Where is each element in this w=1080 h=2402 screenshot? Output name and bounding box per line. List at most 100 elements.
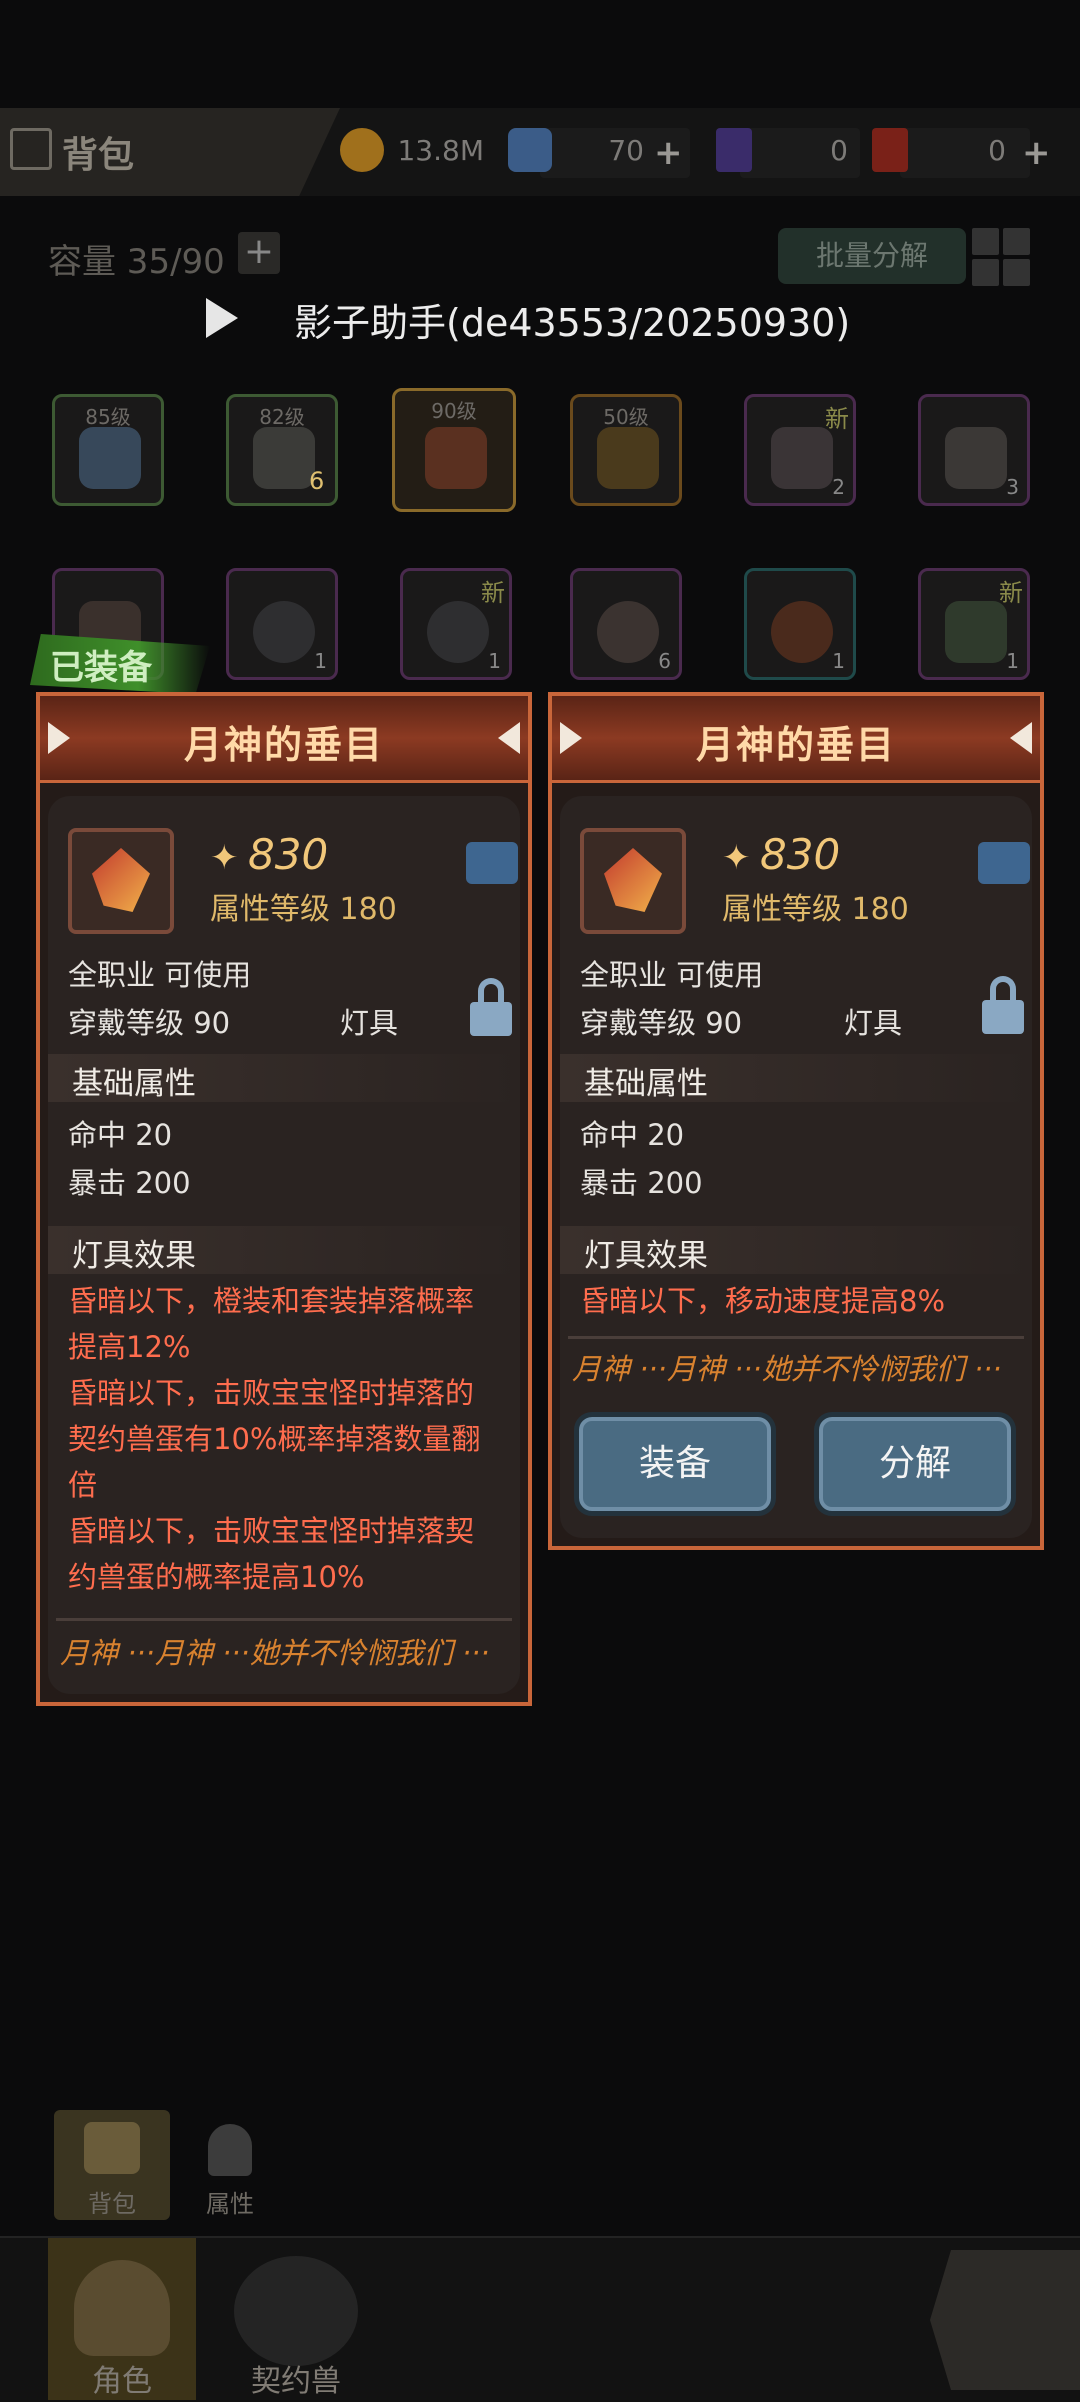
flavor-text: 月神 ···月神 ···她并不怜悯我们 ···	[572, 1352, 1002, 1386]
inventory-slot[interactable]: 50级	[570, 394, 682, 506]
tab-pet-label: 契约兽	[251, 2364, 341, 2399]
inventory-slot[interactable]: 6	[570, 568, 682, 680]
tab-attributes[interactable]: 属性	[172, 2110, 288, 2220]
grid-view-button[interactable]	[972, 228, 1030, 286]
slot-level: 90级	[431, 399, 477, 423]
job-restriction: 全职业 可使用	[580, 958, 764, 992]
helmet-icon	[74, 2260, 170, 2356]
new-badge: 新	[825, 405, 849, 433]
ring-icon	[253, 601, 315, 663]
item-name: 月神的垂目	[183, 723, 384, 767]
tab-pet[interactable]: 契约兽	[222, 2238, 370, 2400]
flavor-text: 月神 ···月神 ···她并不怜悯我们 ···	[60, 1636, 490, 1670]
tab-character[interactable]: 角色	[48, 2238, 196, 2400]
item-art-icon	[771, 427, 833, 489]
effect-line: 约兽蛋的概率提高10%	[68, 1560, 365, 1594]
effect-line: 倍	[68, 1468, 98, 1502]
lock-icon[interactable]	[470, 978, 512, 1036]
equipped-item-panel: 月神的垂目 ✦ 830 属性等级 180 全职业 可使用 穿戴等级 90 灯具 …	[36, 692, 532, 1706]
effect-title: 灯具效果	[72, 1238, 196, 1274]
item-icon	[580, 828, 686, 934]
effect-title: 灯具效果	[584, 1238, 708, 1274]
effect-list: 昏暗以下，橙装和套装掉落概率 提高12% 昏暗以下，击败宝宝怪时掉落的 契约兽蛋…	[68, 1278, 518, 1600]
inventory-slot[interactable]: 1	[226, 568, 338, 680]
slot-count: 6	[309, 467, 325, 495]
attribute-level: 属性等级 180	[722, 892, 909, 927]
inventory-slot[interactable]: 82级 6	[226, 394, 338, 506]
inventory-slot[interactable]: 新 1	[400, 568, 512, 680]
purple-ticket-icon	[716, 128, 752, 172]
tab-attributes-label: 属性	[206, 2190, 254, 2218]
effect-line: 提高12%	[68, 1330, 191, 1364]
attribute-level: 属性等级 180	[210, 892, 397, 927]
inventory-slot[interactable]: 85级	[52, 394, 164, 506]
share-icon[interactable]	[466, 842, 518, 884]
capacity-plus-button[interactable]: +	[238, 232, 280, 274]
red-ticket-plus-button[interactable]: +	[1022, 136, 1051, 170]
item-icon	[68, 828, 174, 934]
share-icon[interactable]	[978, 842, 1030, 884]
item-art-icon	[253, 427, 315, 489]
watermark-text: 影子助手(de43553/20250930)	[294, 301, 851, 345]
inventory-slot[interactable]: 新 2	[744, 394, 856, 506]
power-score: 830	[760, 830, 841, 879]
gold-coin-icon	[340, 128, 384, 172]
slot-level: 82级	[259, 405, 305, 429]
effect-line: 昏暗以下，橙装和套装掉落概率	[68, 1284, 475, 1318]
page-title: 背包	[62, 135, 135, 176]
crystal-plus-button[interactable]: +	[654, 136, 683, 170]
slot-count: 1	[832, 649, 845, 673]
batch-decompose-button[interactable]: 批量分解	[778, 228, 966, 284]
divider	[56, 1618, 512, 1621]
item-art-icon	[945, 427, 1007, 489]
inventory-slot[interactable]: 1	[744, 568, 856, 680]
slot-count: 3	[1006, 475, 1019, 499]
power-icon: ✦	[722, 838, 751, 878]
bag-icon	[84, 2122, 140, 2174]
forward-arrow-icon[interactable]	[930, 2250, 1080, 2390]
stone-icon	[945, 601, 1007, 663]
item-art-icon	[771, 601, 833, 663]
stat-line: 命中 20	[580, 1118, 685, 1152]
decompose-button[interactable]: 分解	[814, 1412, 1016, 1516]
job-restriction: 全职业 可使用	[68, 958, 252, 992]
capacity-label: 容量 35/90	[48, 242, 225, 282]
gold-amount: 13.8M	[397, 134, 484, 167]
slot-level: 50级	[603, 405, 649, 429]
stat-line: 暴击 200	[68, 1166, 191, 1200]
inventory-slot-selected[interactable]: 90级	[392, 388, 516, 512]
lock-icon[interactable]	[982, 976, 1024, 1034]
play-icon[interactable]	[206, 298, 238, 338]
tab-bag-label: 背包	[88, 2190, 136, 2218]
power-icon: ✦	[210, 838, 239, 878]
new-badge: 新	[481, 579, 505, 607]
ring-icon	[427, 601, 489, 663]
tab-bag[interactable]: 背包	[54, 2110, 170, 2220]
power-score: 830	[248, 830, 329, 879]
person-icon	[208, 2124, 252, 2176]
divider	[568, 1336, 1024, 1339]
inventory-slot[interactable]: 3	[918, 394, 1030, 506]
new-badge: 新	[999, 579, 1023, 607]
equip-button[interactable]: 装备	[574, 1412, 776, 1516]
tab-character-label: 角色	[92, 2364, 152, 2399]
effect-line: 昏暗以下，击败宝宝怪时掉落的	[68, 1376, 475, 1410]
slot-count: 6	[658, 649, 671, 673]
paw-icon	[234, 2256, 358, 2366]
stat-line: 命中 20	[68, 1118, 173, 1152]
necklace-icon	[597, 601, 659, 663]
slot-level: 85级	[85, 405, 131, 429]
basic-attr-title: 基础属性	[72, 1066, 196, 1102]
item-art-icon	[79, 427, 141, 489]
red-ticket-icon	[872, 128, 908, 172]
item-type: 灯具	[340, 1006, 399, 1040]
bag-icon	[10, 128, 52, 170]
inventory-slot[interactable]: 新 1	[918, 568, 1030, 680]
effect-line: 昏暗以下，移动速度提高8%	[580, 1284, 946, 1318]
red-ticket-amount: 0	[988, 134, 1006, 167]
slot-count: 1	[1006, 649, 1019, 673]
effect-line: 契约兽蛋有10%概率掉落数量翻	[68, 1422, 481, 1456]
slot-count: 2	[832, 475, 845, 499]
selected-item-panel: 月神的垂目 ✦ 830 属性等级 180 全职业 可使用 穿戴等级 90 灯具 …	[548, 692, 1044, 1550]
item-name: 月神的垂目	[695, 723, 896, 767]
